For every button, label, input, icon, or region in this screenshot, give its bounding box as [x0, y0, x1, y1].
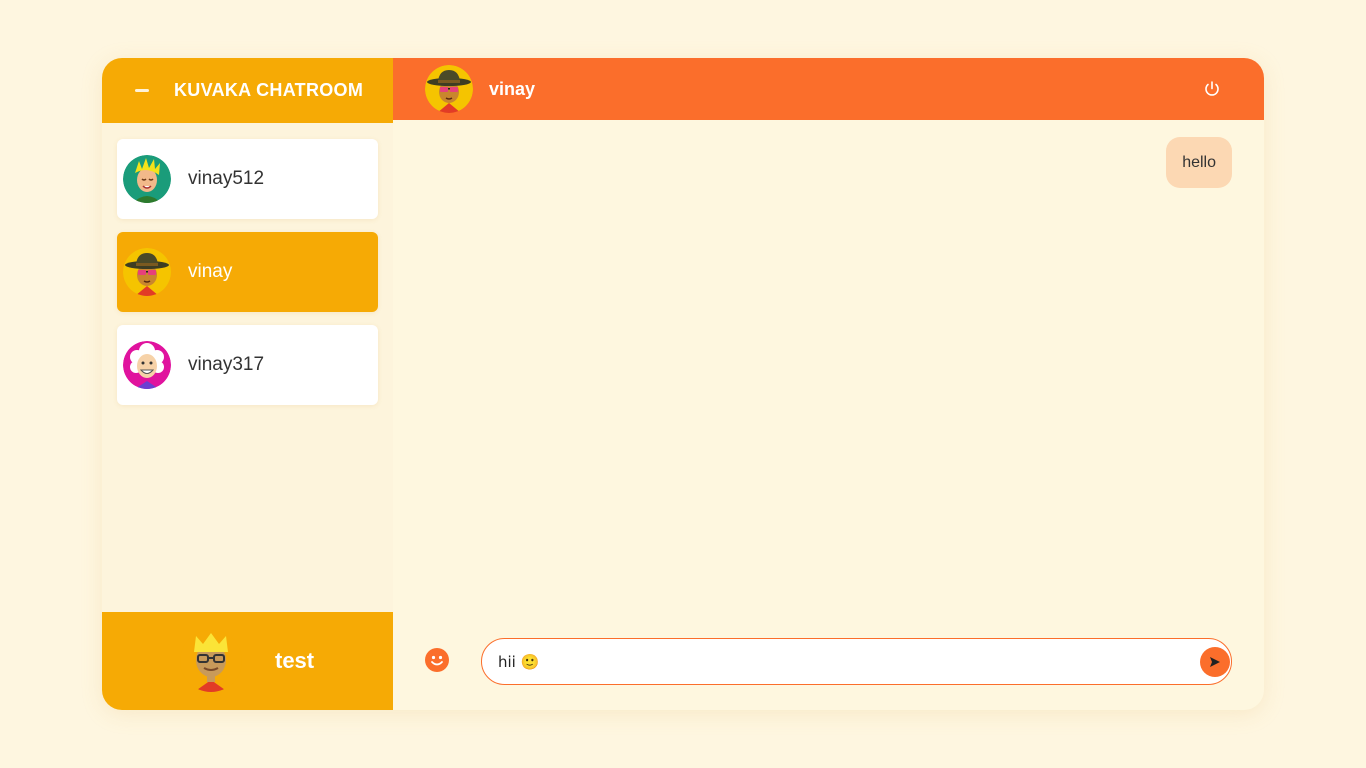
power-icon — [1205, 81, 1219, 96]
current-user-panel: test — [102, 612, 393, 710]
contact-list: vinay512 vinay vinay317 — [102, 123, 393, 405]
app-logo-icon — [135, 88, 149, 94]
message-list: hello — [393, 120, 1264, 630]
sidebar-header: KUVAKA CHATROOM — [102, 58, 393, 123]
logout-button[interactable] — [1200, 77, 1224, 101]
current-user-name: test — [275, 648, 315, 673]
contact-item-vinay512[interactable]: vinay512 — [117, 139, 378, 219]
contact-item-vinay[interactable]: vinay — [117, 232, 378, 312]
spiky-blond-hair-avatar-icon — [123, 155, 171, 203]
crowned-glasses-avatar-icon[interactable] — [180, 630, 242, 692]
sidebar: KUVAKA CHATROOM vinay512 vinay vinay317 … — [102, 58, 393, 710]
message-input[interactable] — [498, 646, 1158, 677]
send-button[interactable] — [1200, 647, 1230, 677]
chat-user-name: vinay — [489, 78, 536, 99]
chat-app-window: KUVAKA CHATROOM vinay512 vinay vinay317 … — [102, 58, 1264, 710]
chat-panel: vinay hello — [393, 58, 1264, 710]
white-hair-smiling-avatar-icon — [123, 341, 171, 389]
send-arrow-icon — [1210, 657, 1220, 667]
contact-name: vinay — [188, 261, 233, 282]
message-bubble: hello — [1166, 137, 1232, 188]
hat-sunglasses-avatar-icon — [123, 248, 171, 296]
message-input-wrapper — [481, 638, 1232, 685]
message-composer — [393, 612, 1264, 710]
contact-name: vinay512 — [188, 168, 265, 189]
contact-name: vinay317 — [188, 354, 265, 375]
contact-item-vinay317[interactable]: vinay317 — [117, 325, 378, 405]
smiley-icon[interactable] — [424, 647, 450, 673]
app-title: KUVAKA CHATROOM — [174, 80, 364, 100]
chat-header: vinay — [393, 58, 1264, 120]
hat-sunglasses-avatar-icon — [425, 65, 473, 113]
